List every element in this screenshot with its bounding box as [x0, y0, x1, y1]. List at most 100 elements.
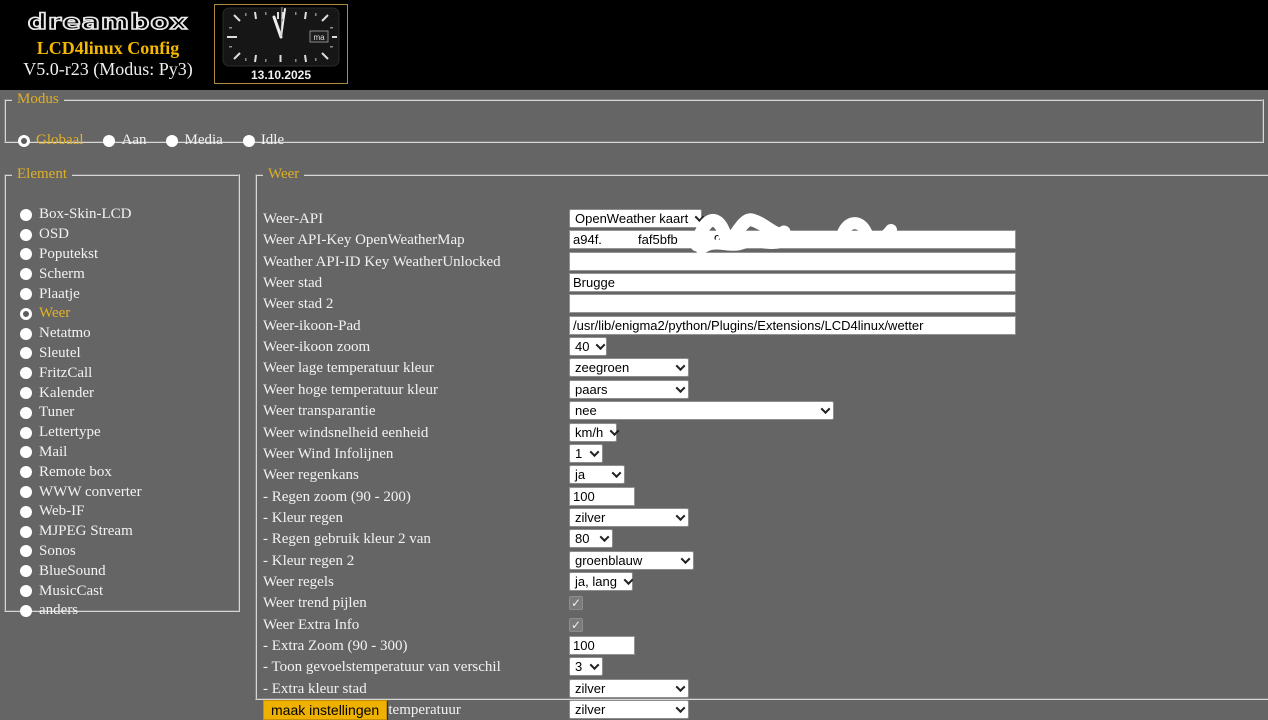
radio-icon[interactable]	[20, 506, 32, 518]
radio-icon[interactable]	[20, 268, 32, 280]
element-label: Sleutel	[39, 345, 81, 362]
field-label: - Regen zoom (90 - 200)	[263, 489, 411, 505]
weer-row-extra-zoom-90-300: - Extra Zoom (90 - 300)	[263, 635, 1268, 656]
modus-legend: Modus	[12, 91, 64, 108]
field-label: - Extra kleur stad	[263, 681, 367, 697]
weer-regenkans-select[interactable]: ja	[569, 465, 625, 484]
chevron-down-icon	[676, 383, 686, 393]
weer-ikoon-zoom-select[interactable]: 40	[569, 337, 607, 356]
weer-stad-2-input[interactable]	[569, 294, 1016, 313]
extra-kleur-stad-select[interactable]: zilver	[569, 679, 689, 698]
radio-icon[interactable]	[166, 135, 178, 147]
element-label: BlueSound	[39, 563, 106, 580]
weer-ikoon-pad-input[interactable]	[569, 316, 1016, 335]
selected-value: zilver	[575, 680, 605, 697]
radio-icon[interactable]	[20, 486, 32, 498]
radio-icon[interactable]	[20, 565, 32, 577]
element-item-www-converter[interactable]: WWW converter	[20, 482, 234, 502]
chevron-down-icon	[681, 554, 691, 564]
lcd-clock-preview[interactable]: ma 13.10.2025	[214, 4, 348, 84]
element-label: Mail	[39, 444, 67, 461]
element-item-kalender[interactable]: Kalender	[20, 383, 234, 403]
element-item-anders[interactable]: anders	[20, 601, 234, 621]
weer-windsnelheid-eenheid-select[interactable]: km/h	[569, 423, 617, 442]
weer-hoge-temperatuur-kleur-select[interactable]: paars	[569, 380, 689, 399]
weer-row-weer-transparantie: Weer transparantienee	[263, 400, 1268, 421]
element-item-lettertype[interactable]: Lettertype	[20, 423, 234, 443]
chevron-down-icon	[596, 340, 606, 350]
weer-row-weer-regels: Weer regelsja, lang	[263, 571, 1268, 592]
weer-transparantie-select[interactable]: nee	[569, 401, 834, 420]
element-item-remote-box[interactable]: Remote box	[20, 462, 234, 482]
radio-icon[interactable]	[18, 135, 30, 147]
radio-icon[interactable]	[20, 545, 32, 557]
extra-kleur-gevoelstemperatuur-select[interactable]: zilver	[569, 700, 689, 719]
radio-icon[interactable]	[103, 135, 115, 147]
radio-icon[interactable]	[20, 407, 32, 419]
modus-option-media[interactable]: Media	[166, 132, 222, 149]
radio-icon[interactable]	[20, 248, 32, 260]
element-item-mjpeg-stream[interactable]: MJPEG Stream	[20, 522, 234, 542]
regen-zoom-90-200-input[interactable]	[569, 487, 635, 506]
element-item-plaatje[interactable]: Plaatje	[20, 284, 234, 304]
field-label: Weer windsnelheid eenheid	[263, 425, 428, 441]
regen-gebruik-kleur-2-van-select[interactable]: 80	[569, 529, 613, 548]
weer-row-extra-kleur-stad: - Extra kleur stad zilver	[263, 678, 1268, 699]
chevron-down-icon	[676, 362, 686, 372]
element-item-web-if[interactable]: Web-IF	[20, 502, 234, 522]
element-item-weer[interactable]: Weer	[20, 304, 234, 324]
element-label: MJPEG Stream	[39, 523, 133, 540]
kleur-regen-2-select[interactable]: groenblauw	[569, 551, 694, 570]
radio-icon[interactable]	[20, 367, 32, 379]
radio-icon[interactable]	[20, 427, 32, 439]
element-item-musiccast[interactable]: MusicCast	[20, 581, 234, 601]
weer-api-select[interactable]: OpenWeather kaart	[569, 209, 702, 228]
weer-row-weer-api-key-openweathermap: Weer API-Key OpenWeatherMap	[263, 229, 1268, 250]
radio-icon[interactable]	[20, 288, 32, 300]
modus-option-globaal[interactable]: Globaal	[18, 132, 83, 149]
weer-trend-pijlen-checkbox[interactable]: ✓	[569, 596, 583, 610]
radio-icon[interactable]	[20, 328, 32, 340]
element-item-bluesound[interactable]: BlueSound	[20, 561, 234, 581]
radio-icon[interactable]	[20, 526, 32, 538]
weer-regels-select[interactable]: ja, lang	[569, 572, 633, 591]
selected-value: paars	[575, 381, 608, 398]
radio-icon[interactable]	[20, 605, 32, 617]
weer-lage-temperatuur-kleur-select[interactable]: zeegroen	[569, 358, 689, 377]
radio-icon[interactable]	[20, 387, 32, 399]
element-item-sonos[interactable]: Sonos	[20, 542, 234, 562]
element-item-box-skin-lcd[interactable]: Box-Skin-LCD	[20, 205, 234, 225]
chevron-down-icon	[821, 404, 831, 414]
element-item-poputekst[interactable]: Poputekst	[20, 245, 234, 265]
weather-api-id-key-weatherunlocked-input[interactable]	[569, 252, 1016, 271]
element-item-scherm[interactable]: Scherm	[20, 264, 234, 284]
weer-extra-info-checkbox[interactable]: ✓	[569, 618, 583, 632]
toon-gevoelstemperatuur-van-verschil-select[interactable]: 3	[569, 657, 603, 676]
radio-icon[interactable]	[20, 308, 32, 320]
weer-api-key-openweathermap-input[interactable]	[569, 230, 1016, 249]
make-settings-button[interactable]: maak instellingen	[263, 700, 387, 720]
radio-icon[interactable]	[20, 585, 32, 597]
element-item-sleutel[interactable]: Sleutel	[20, 344, 234, 364]
element-item-tuner[interactable]: Tuner	[20, 403, 234, 423]
element-item-osd[interactable]: OSD	[20, 225, 234, 245]
radio-icon[interactable]	[20, 347, 32, 359]
modus-option-aan[interactable]: Aan	[103, 132, 146, 149]
element-item-mail[interactable]: Mail	[20, 443, 234, 463]
radio-icon[interactable]	[20, 466, 32, 478]
kleur-regen-select[interactable]: zilver	[569, 508, 689, 527]
radio-icon[interactable]	[20, 209, 32, 221]
weer-stad-input[interactable]	[569, 273, 1016, 292]
element-label: Tuner	[39, 404, 74, 421]
radio-icon[interactable]	[20, 446, 32, 458]
modus-option-idle[interactable]: Idle	[243, 132, 284, 149]
selected-value: nee	[575, 402, 597, 419]
extra-zoom-90-300-input[interactable]	[569, 636, 635, 655]
logo-block: dreambox LCD4linux Config V5.0-r23 (Modu…	[18, 8, 198, 80]
radio-icon[interactable]	[20, 229, 32, 241]
weer-row-regen-gebruik-kleur-2-van: - Regen gebruik kleur 2 van80	[263, 528, 1268, 549]
radio-icon[interactable]	[243, 135, 255, 147]
element-item-netatmo[interactable]: Netatmo	[20, 324, 234, 344]
weer-wind-infolijnen-select[interactable]: 1	[569, 444, 603, 463]
element-item-fritzcall[interactable]: FritzCall	[20, 363, 234, 383]
